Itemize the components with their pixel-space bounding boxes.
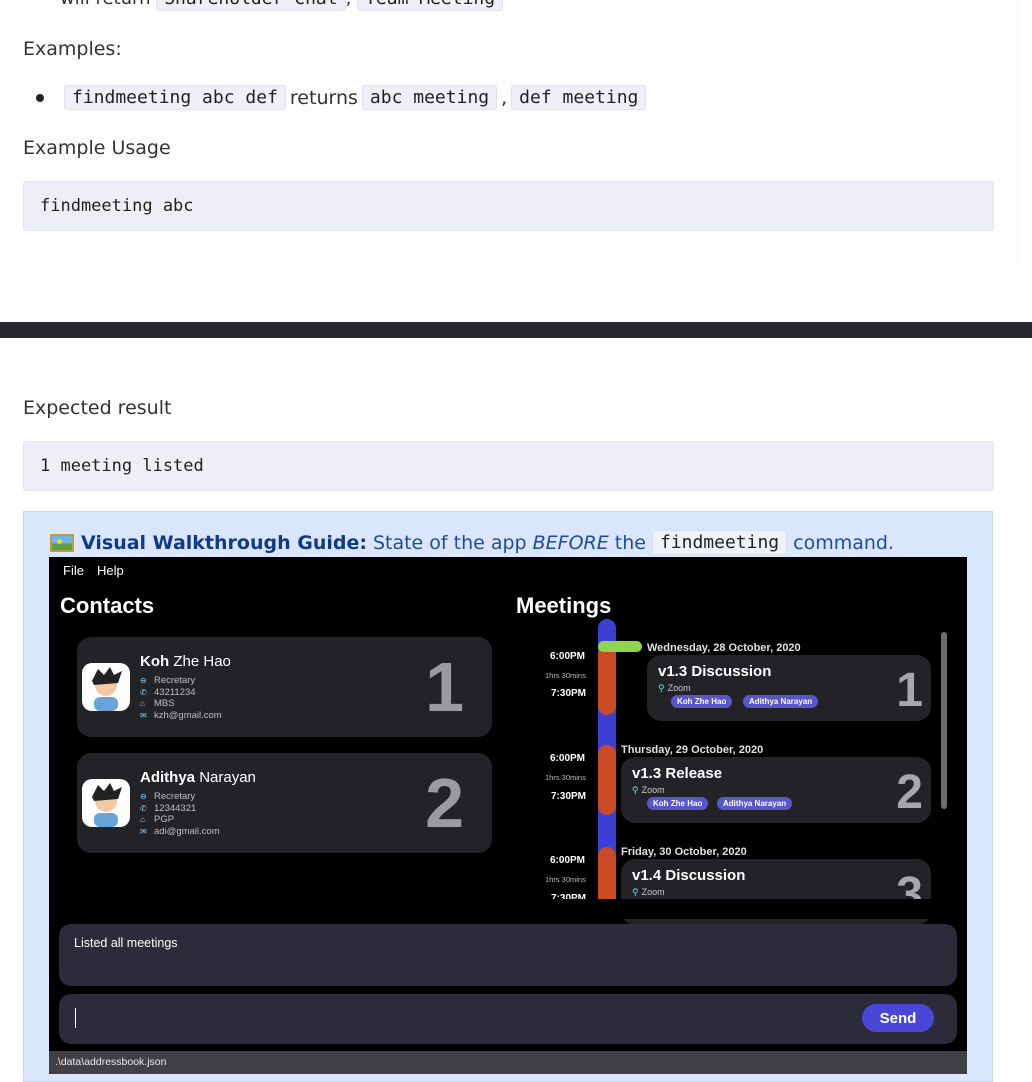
status-bar: .\data\addressbook.json — [49, 1051, 967, 1074]
avatar — [82, 663, 130, 711]
result-display: Listed all meetings — [59, 924, 957, 986]
menu-file[interactable]: File — [63, 563, 84, 578]
contacts-title: Contacts — [60, 593, 155, 618]
send-button[interactable]: Send — [862, 1004, 934, 1032]
example-result: abc meeting — [361, 85, 498, 110]
meeting-card[interactable]: v1.3 Release ⚲ Zoom Koh Zhe Hao Adithya N… — [621, 757, 931, 823]
meeting-duration: 1hrs 30mins — [545, 875, 586, 884]
menu-help[interactable]: Help — [97, 563, 124, 578]
meetings-scrollbar[interactable] — [941, 632, 947, 809]
bullet-icon — [36, 93, 44, 102]
day-label: Friday, 30 October, 2020 — [621, 846, 747, 858]
meeting-location: ⚲ Zoom — [632, 887, 665, 897]
meeting-start: 6:00PM — [550, 651, 586, 662]
mail-icon: ✉ — [140, 710, 147, 720]
phone-icon: ✆ — [140, 803, 147, 813]
day-label: Wednesday, 28 October, 2020 — [647, 642, 801, 654]
timeline-event — [598, 645, 616, 715]
phone-icon: ✆ — [140, 687, 147, 697]
participant-tag: Adithya Narayan — [743, 695, 819, 708]
text-caret — [75, 1008, 76, 1028]
example-command: findmeeting abc def — [64, 85, 286, 110]
timeline-event — [598, 745, 616, 815]
location-pin-icon: ⚲ — [632, 785, 639, 795]
example-verb: returns — [289, 86, 358, 109]
participant-tag: Koh Zhe Hao — [671, 695, 733, 708]
list-clip — [509, 899, 967, 919]
contact-details: ⊖ Recretary ✆ 43211234 ⌂ MBS ✉ kzh@gmail.com — [140, 675, 222, 721]
contact-card[interactable]: Koh Zhe Hao ⊖ Recretary ✆ 43211234 ⌂ MBS ✉ k… — [77, 637, 492, 737]
meeting-title: v1.3 Release — [632, 765, 723, 782]
example-bullet: findmeeting abc def returns abc meeting,… — [36, 85, 650, 110]
contact-details: ⊖ Recretary ✆ 12344321 ⌂ PGP ✉ adi@gmail.com — [140, 791, 220, 837]
code-chip: Team Meeting — [357, 0, 504, 11]
return-line: will return Shareholder Chat, Team Meeti… — [60, 0, 504, 11]
meeting-duration: 1hrs 30mins — [545, 773, 586, 782]
avatar — [82, 779, 130, 827]
meeting-duration: 1hrs 30mins — [545, 671, 586, 680]
meeting-location: ⚲ Zoom — [658, 683, 691, 693]
contact-index: 1 — [425, 648, 464, 726]
walkthrough-callout: Visual Walkthrough Guide: State of the a… — [23, 511, 993, 1082]
code-chip: findmeeting — [651, 530, 788, 555]
meeting-index: 2 — [896, 766, 923, 819]
participant-tag: Koh Zhe Hao — [647, 797, 709, 810]
briefcase-icon: ⊖ — [140, 792, 147, 801]
section-divider — [0, 322, 1032, 338]
meeting-end: 7:30PM — [551, 791, 587, 802]
timeline-current — [598, 641, 642, 652]
app-screenshot: File Help Contacts Meetings Koh Zhe Hao … — [49, 557, 967, 1074]
menu-bar: File Help — [63, 563, 124, 578]
walkthrough-heading: Visual Walkthrough Guide: State of the a… — [50, 530, 894, 555]
meeting-title: v1.3 Discussion — [658, 663, 772, 680]
expected-label: Expected result — [23, 397, 172, 419]
contact-index: 2 — [425, 764, 464, 842]
briefcase-icon: ⊖ — [140, 676, 147, 685]
meeting-card[interactable]: v1.3 Discussion ⚲ Zoom Koh Zhe Hao Adithy… — [647, 655, 931, 721]
command-input[interactable]: Send — [59, 994, 957, 1044]
home-icon: ⌂ — [140, 699, 145, 708]
meeting-start: 6:00PM — [550, 753, 586, 764]
picture-icon — [50, 533, 74, 552]
doc-section-top: will return Shareholder Chat, Team Meeti… — [0, 0, 1020, 270]
example-result: def meeting — [511, 85, 647, 110]
usage-label: Example Usage — [23, 137, 171, 159]
meeting-start: 6:00PM — [550, 855, 586, 866]
contact-card[interactable]: Adithya Narayan ⊖ Recretary ✆ 12344321 ⌂ PG… — [77, 753, 492, 853]
usage-code-block: findmeeting abc — [23, 181, 994, 231]
mail-icon: ✉ — [140, 826, 147, 836]
meeting-end: 7:30PM — [551, 688, 587, 699]
location-pin-icon: ⚲ — [632, 887, 639, 897]
participant-tag: Adithya Narayan — [717, 797, 793, 810]
home-icon: ⌂ — [140, 815, 145, 824]
day-label: Thursday, 29 October, 2020 — [621, 744, 764, 756]
result-text: Listed all meetings — [74, 936, 178, 950]
code-chip: Shareholder Chat — [156, 0, 346, 11]
meeting-location: ⚲ Zoom — [632, 785, 665, 795]
meetings-title: Meetings — [516, 593, 612, 618]
contact-name: Adithya Narayan — [140, 769, 256, 786]
expected-code-block: 1 meeting listed — [23, 441, 994, 491]
meeting-index: 1 — [896, 664, 923, 717]
meeting-title: v1.4 Discussion — [632, 867, 746, 884]
contact-name: Koh Zhe Hao — [140, 653, 231, 670]
examples-label: Examples: — [23, 38, 122, 60]
location-pin-icon: ⚲ — [658, 683, 665, 693]
